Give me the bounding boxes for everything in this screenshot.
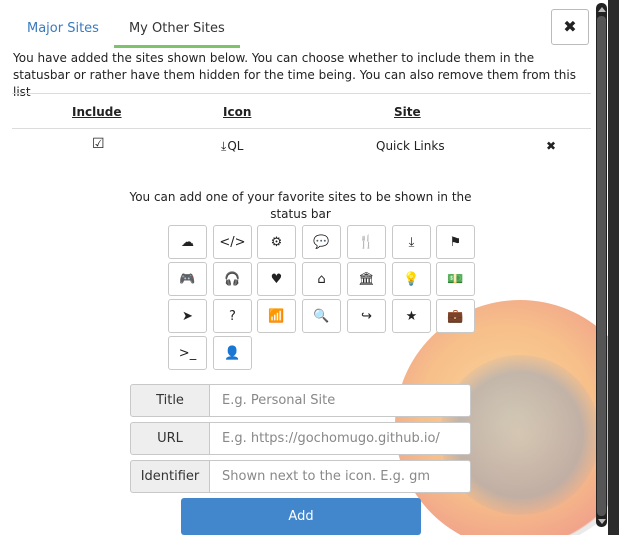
url-input[interactable] bbox=[210, 422, 471, 455]
question-icon-option[interactable]: ? bbox=[213, 299, 252, 333]
flag-icon-option[interactable]: ⚑ bbox=[436, 225, 475, 259]
money-icon-option[interactable]: 💵 bbox=[436, 262, 475, 296]
cloud-icon: ☁ bbox=[181, 234, 194, 250]
share-icon: ↪ bbox=[361, 308, 372, 324]
identifier-row: Identifier bbox=[130, 460, 471, 493]
gamepad-icon-option[interactable]: 🎮 bbox=[168, 262, 207, 296]
url-label: URL bbox=[130, 422, 210, 455]
user-icon: 👤 bbox=[224, 345, 241, 361]
title-label: Title bbox=[130, 384, 210, 417]
settings-panel: Major Sites My Other Sites ✖ You have ad… bbox=[0, 0, 608, 535]
download-icon: ⤓ bbox=[221, 139, 227, 153]
suitcase-icon: 💼 bbox=[447, 308, 464, 324]
star-icon: ★ bbox=[405, 308, 418, 324]
cogs-icon-option[interactable]: ⚙ bbox=[257, 225, 296, 259]
tab-my-other-sites[interactable]: My Other Sites bbox=[113, 10, 240, 48]
code-icon: </> bbox=[219, 234, 246, 250]
icon-hint-text: You can add one of your favorite sites t… bbox=[129, 190, 472, 221]
headphones-icon-option[interactable]: 🎧 bbox=[213, 262, 252, 296]
download-icon: ⤓ bbox=[408, 234, 415, 250]
star-icon-option[interactable]: ★ bbox=[392, 299, 431, 333]
lightbulb-icon: 💡 bbox=[403, 271, 420, 287]
lightbulb-icon-option[interactable]: 💡 bbox=[392, 262, 431, 296]
site-name: Quick Links bbox=[376, 139, 445, 153]
rss-icon-option[interactable]: 📶 bbox=[257, 299, 296, 333]
suitcase-icon-option[interactable]: 💼 bbox=[436, 299, 475, 333]
comments-icon: 💬 bbox=[313, 234, 330, 250]
download-icon-option[interactable]: ⤓ bbox=[392, 225, 431, 259]
cloud-icon-option[interactable]: ☁ bbox=[168, 225, 207, 259]
site-identifier: QL bbox=[227, 139, 244, 153]
rss-icon: 📶 bbox=[268, 308, 285, 324]
home-icon: ⌂ bbox=[317, 271, 326, 287]
search-icon: 🔍 bbox=[313, 308, 330, 324]
window-edge bbox=[608, 0, 619, 535]
flag-icon: ⚑ bbox=[449, 234, 462, 250]
tab-major-sites[interactable]: Major Sites bbox=[12, 10, 114, 48]
title-row: Title bbox=[130, 384, 471, 417]
search-icon-option[interactable]: 🔍 bbox=[302, 299, 341, 333]
cutlery-icon-option[interactable]: 🍴 bbox=[347, 225, 386, 259]
scroll-up-arrow-icon[interactable] bbox=[598, 7, 606, 12]
user-icon-option[interactable]: 👤 bbox=[213, 336, 252, 370]
heart-icon: ♥ bbox=[270, 271, 283, 287]
paper-plane-icon: ➤ bbox=[182, 308, 193, 324]
bank-icon: 🏛 bbox=[358, 271, 375, 287]
headphones-icon: 🎧 bbox=[224, 271, 241, 287]
title-input[interactable] bbox=[210, 384, 471, 417]
site-icon-cell: ⤓ QL bbox=[221, 139, 243, 154]
add-button[interactable]: Add bbox=[181, 498, 421, 535]
terminal-icon: >_ bbox=[178, 345, 197, 361]
terminal-icon-option[interactable]: >_ bbox=[168, 336, 207, 370]
url-row: URL bbox=[130, 422, 471, 455]
cogs-icon: ⚙ bbox=[270, 234, 283, 250]
gamepad-icon: 🎮 bbox=[179, 271, 196, 287]
scroll-down-arrow-icon[interactable] bbox=[598, 519, 606, 524]
divider bbox=[12, 93, 591, 94]
header-icon: Icon bbox=[223, 105, 252, 119]
remove-icon[interactable]: ✖ bbox=[546, 139, 556, 153]
heart-icon-option[interactable]: ♥ bbox=[257, 262, 296, 296]
comments-icon-option[interactable]: 💬 bbox=[302, 225, 341, 259]
share-icon-option[interactable]: ↪ bbox=[347, 299, 386, 333]
paper-plane-icon-option[interactable]: ➤ bbox=[168, 299, 207, 333]
divider bbox=[12, 128, 591, 129]
question-icon: ? bbox=[229, 308, 236, 324]
scrollbar-thumb[interactable] bbox=[597, 16, 606, 516]
cutlery-icon: 🍴 bbox=[358, 234, 375, 250]
money-icon: 💵 bbox=[447, 271, 464, 287]
bank-icon-option[interactable]: 🏛 bbox=[347, 262, 386, 296]
identifier-input[interactable] bbox=[210, 460, 471, 493]
tab-bar: Major Sites My Other Sites bbox=[12, 10, 592, 48]
home-icon-option[interactable]: ⌂ bbox=[302, 262, 341, 296]
close-button[interactable]: ✖ bbox=[551, 9, 589, 45]
include-checkbox[interactable]: ☑ bbox=[92, 136, 105, 152]
header-site: Site bbox=[394, 105, 421, 119]
code-icon-option[interactable]: </> bbox=[213, 225, 252, 259]
identifier-label: Identifier bbox=[130, 460, 210, 493]
header-include: Include bbox=[72, 105, 122, 119]
